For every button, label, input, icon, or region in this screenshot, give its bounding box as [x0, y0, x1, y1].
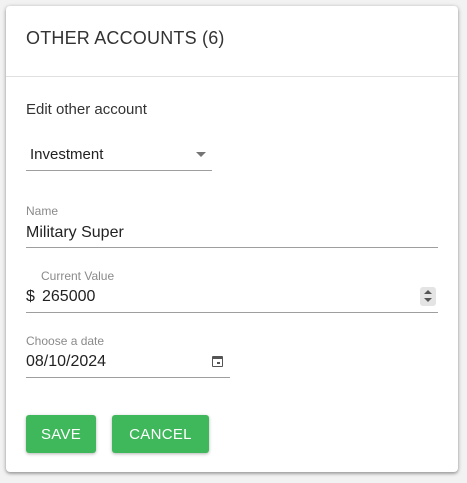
- currency-prefix: $: [26, 288, 35, 305]
- account-type-value: Investment: [30, 146, 104, 163]
- dialog-header: OTHER ACCOUNTS (6): [6, 6, 458, 77]
- dialog-title: OTHER ACCOUNTS (6): [26, 28, 225, 48]
- number-stepper[interactable]: [420, 287, 436, 306]
- current-value-underline: [26, 312, 438, 313]
- stepper-up-icon[interactable]: [424, 290, 432, 294]
- name-input[interactable]: Military Super: [26, 224, 124, 242]
- account-type-select[interactable]: Investment: [26, 140, 212, 171]
- save-button[interactable]: SAVE: [26, 415, 96, 453]
- current-value-input[interactable]: 265000: [42, 288, 95, 306]
- current-value-label: Current Value: [41, 269, 115, 283]
- name-label: Name: [26, 204, 59, 218]
- stepper-down-icon[interactable]: [424, 298, 432, 302]
- date-input[interactable]: 08/10/2024: [26, 353, 106, 371]
- chevron-down-icon: [196, 152, 206, 157]
- cancel-button[interactable]: CANCEL: [112, 415, 209, 453]
- edit-account-dialog: OTHER ACCOUNTS (6) Edit other account In…: [6, 6, 458, 472]
- date-underline: [26, 377, 230, 378]
- name-underline: [26, 247, 438, 248]
- dialog-subtitle: Edit other account: [26, 101, 147, 118]
- calendar-icon[interactable]: [212, 356, 223, 367]
- date-label: Choose a date: [26, 334, 105, 348]
